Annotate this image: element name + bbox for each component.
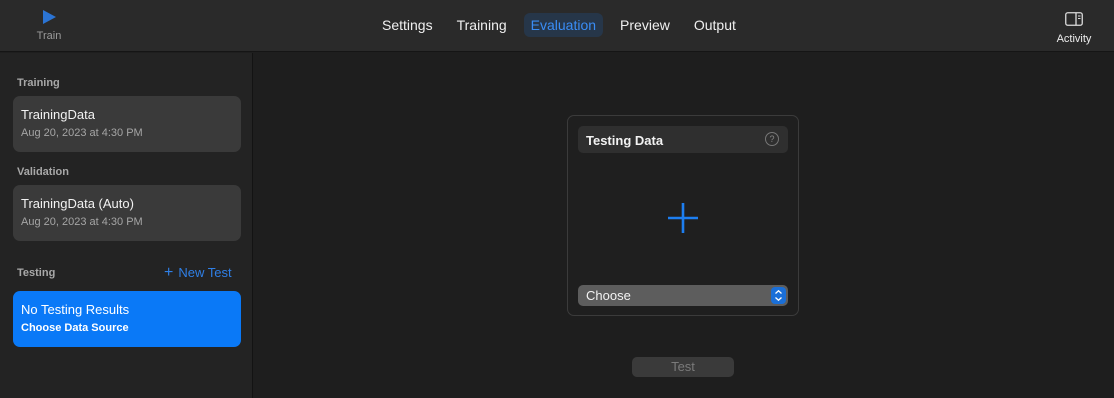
section-title-training: Training xyxy=(17,77,60,89)
train-button[interactable]: Train xyxy=(30,9,68,49)
section-title-testing: Testing xyxy=(17,267,56,279)
new-test-button[interactable]: + New Test xyxy=(164,264,232,281)
test-button[interactable]: Test xyxy=(632,357,734,377)
section-title-validation: Validation xyxy=(17,166,69,178)
play-icon xyxy=(43,10,56,24)
chevron-up-down-icon xyxy=(771,287,786,304)
data-source-select[interactable]: Choose xyxy=(578,285,788,306)
tab-evaluation[interactable]: Evaluation xyxy=(523,13,604,37)
testing-results-name: No Testing Results xyxy=(21,302,130,317)
tab-preview[interactable]: Preview xyxy=(613,13,677,37)
activity-label: Activity xyxy=(1056,33,1092,45)
activity-button[interactable]: Activity xyxy=(1052,12,1096,48)
drop-zone-title: Testing Data xyxy=(586,133,664,148)
validation-data-name: TrainingData (Auto) xyxy=(21,196,134,211)
sidebar: Training TrainingData Aug 20, 2023 at 4:… xyxy=(0,53,253,398)
data-source-select-value: Choose xyxy=(586,288,631,303)
toolbar: Train Settings Training Evaluation Previ… xyxy=(0,0,1114,52)
drop-zone-header: Testing Data ? xyxy=(578,126,788,153)
testing-results-item[interactable]: No Testing Results Choose Data Source xyxy=(13,291,241,347)
help-icon[interactable]: ? xyxy=(765,132,779,146)
sidebar-toggle-icon xyxy=(1065,12,1083,26)
tab-bar: Settings Training Evaluation Preview Out… xyxy=(375,13,743,37)
tab-training[interactable]: Training xyxy=(450,13,514,37)
tab-settings[interactable]: Settings xyxy=(375,13,440,37)
training-data-item[interactable]: TrainingData Aug 20, 2023 at 4:30 PM xyxy=(13,96,241,152)
training-data-name: TrainingData xyxy=(21,107,95,122)
new-test-label: New Test xyxy=(178,265,232,280)
main-content: Testing Data ? Choose Test xyxy=(254,53,1114,398)
training-data-date: Aug 20, 2023 at 4:30 PM xyxy=(21,127,143,139)
plus-icon[interactable] xyxy=(667,202,699,234)
train-label: Train xyxy=(36,30,62,42)
plus-icon: + xyxy=(164,264,174,281)
tab-output[interactable]: Output xyxy=(687,13,743,37)
validation-data-date: Aug 20, 2023 at 4:30 PM xyxy=(21,216,143,228)
testing-data-drop-zone[interactable]: Testing Data ? Choose xyxy=(567,115,799,316)
testing-results-subtitle: Choose Data Source xyxy=(21,322,129,334)
validation-data-item[interactable]: TrainingData (Auto) Aug 20, 2023 at 4:30… xyxy=(13,185,241,241)
